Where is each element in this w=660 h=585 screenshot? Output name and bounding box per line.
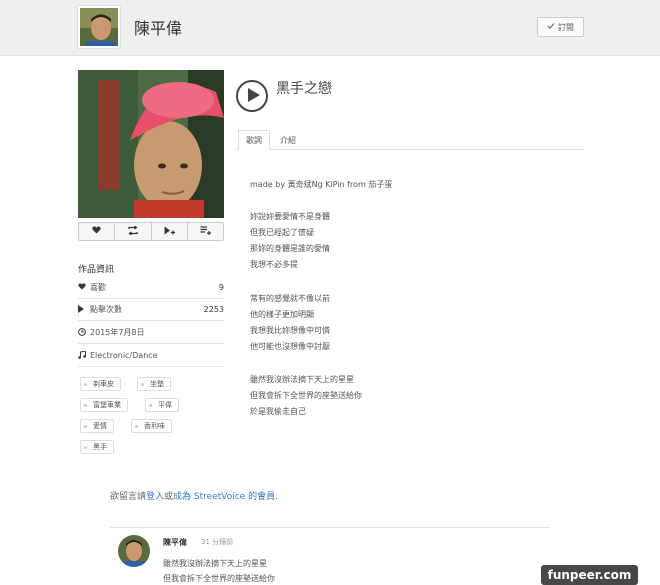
lyric-line: 我想我比妳想像中可憐	[250, 326, 330, 335]
lyric-line: 他可能也沒想像中討厭	[250, 342, 330, 351]
subscribe-button[interactable]: 訂閱	[537, 17, 584, 37]
tag[interactable]: 坐墊	[137, 377, 171, 391]
clock-icon	[78, 327, 90, 338]
tag[interactable]: 愛情	[80, 419, 114, 433]
heart-icon	[78, 283, 90, 292]
lyric-line: 我想不必多提	[250, 260, 298, 269]
watermark: funpeer.com	[541, 565, 638, 585]
comment-divider	[110, 527, 550, 528]
comment-login-prompt: 欲留言請登入或成為 StreetVoice 的會員.	[110, 489, 278, 502]
comment-text-line: 雖然我沒辦法摘下天上的星星	[163, 559, 267, 568]
lyrics-credit: made by 黃奇斌Ng KiPin from 茄子蛋	[250, 180, 393, 189]
lyric-line: 那妳的身體是誰的愛情	[250, 244, 330, 253]
genre-row: Electronic/Dance	[78, 345, 224, 367]
comment-username[interactable]: 陳平偉	[163, 537, 187, 548]
artist-name[interactable]: 陳平偉	[134, 15, 182, 39]
tag[interactable]: 平偉	[145, 398, 179, 412]
artist-avatar[interactable]	[78, 6, 120, 48]
song-action-bar	[78, 222, 224, 241]
tag[interactable]: 富堡車業	[80, 398, 128, 412]
release-date: 2015年7月8日	[90, 328, 145, 337]
song-title: 黑手之戀	[276, 81, 332, 97]
lyric-line: 但我已經起了懷疑	[250, 228, 314, 237]
add-to-playlist-button[interactable]	[188, 223, 223, 240]
info-section-title: 作品資訊	[78, 265, 115, 275]
song-cover-image	[78, 70, 224, 218]
lyric-line: 妳說妳要愛情不是身體	[250, 212, 330, 221]
repeat-icon	[128, 225, 138, 238]
comment-timestamp: 31 分鐘前	[201, 538, 234, 546]
play-button[interactable]	[236, 80, 268, 112]
content-tabs: 歌詞 介紹	[236, 130, 584, 150]
subscribe-label: 訂閱	[558, 22, 574, 32]
tab-lyrics[interactable]: 歌詞	[238, 130, 270, 150]
prompt-suffix: .	[275, 492, 278, 502]
repost-button[interactable]	[115, 223, 152, 240]
music-note-icon	[78, 349, 90, 361]
date-row: 2015年7月8日	[78, 322, 224, 344]
likes-count: 9	[218, 283, 224, 292]
like-button[interactable]	[79, 223, 116, 240]
heart-icon	[92, 226, 101, 237]
tag[interactable]: 剃車皮	[80, 377, 121, 391]
plays-row: 點擊次數 2253	[78, 299, 224, 321]
comment-text-line: 但我會拆下全世界的座墊送給你	[163, 574, 275, 583]
prompt-prefix: 欲留言請	[110, 492, 147, 502]
plays-count: 2253	[203, 305, 224, 314]
tag[interactable]: 香利味	[131, 419, 172, 433]
check-icon	[547, 22, 555, 32]
prompt-or: 或	[164, 492, 174, 502]
likes-label: 喜歡	[90, 283, 106, 292]
login-link[interactable]: 登入	[146, 492, 164, 502]
avatar[interactable]	[118, 535, 150, 567]
top-header: 陳平偉 訂閱	[0, 0, 660, 56]
lyric-line: 但我會拆下全世界的座墊送給你	[250, 391, 362, 400]
likes-row: 喜歡 9	[78, 277, 224, 299]
play-next-button[interactable]	[152, 223, 188, 240]
lyric-line: 雖然我沒辦法摘下天上的星星	[250, 375, 354, 384]
play-icon	[78, 304, 90, 315]
signup-link[interactable]: 成為 StreetVoice 的會員	[173, 492, 275, 502]
play-next-icon	[164, 226, 175, 238]
lyric-line: 他的樣子更加明顯	[250, 310, 314, 319]
tab-intro[interactable]: 介紹	[272, 130, 304, 150]
play-icon	[245, 87, 260, 106]
plays-label: 點擊次數	[90, 305, 122, 314]
add-to-list-icon	[200, 225, 211, 238]
lyric-line: 於是我偷走自己	[250, 407, 306, 416]
lyric-line: 常有的感覺就不像以前	[250, 294, 330, 303]
tag[interactable]: 黑手	[80, 440, 114, 454]
genre-link[interactable]: Electronic/Dance	[90, 351, 158, 360]
